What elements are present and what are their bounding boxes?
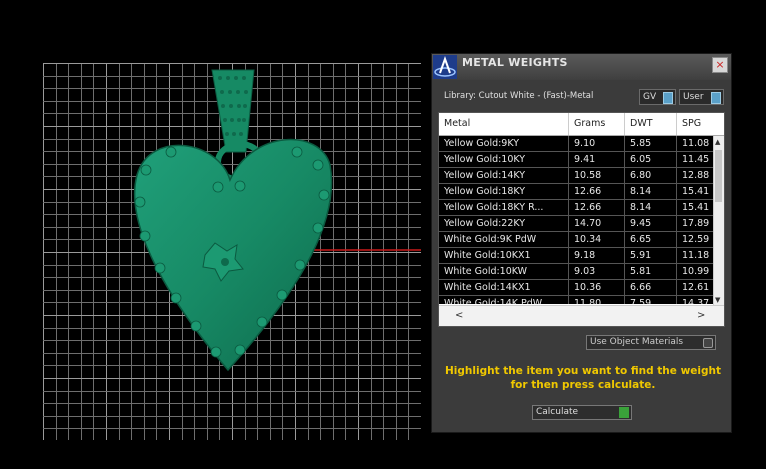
spg-cell: 14.37	[677, 296, 715, 304]
dwt-cell: 5.85	[625, 136, 677, 152]
metal-cell: Yellow Gold:14KY	[439, 168, 569, 184]
spg-cell: 10.99	[677, 264, 715, 280]
toggle-indicator-icon	[703, 338, 713, 348]
grams-cell: 9.10	[569, 136, 625, 152]
metal-cell: White Gold:14KX1	[439, 280, 569, 296]
metal-weights-table: Metal Grams DWT SPG Yellow Gold:9KY 9.10 5…	[438, 112, 725, 327]
gv-indicator-icon	[663, 92, 673, 104]
table-row[interactable]: Yellow Gold:18KY R... 12.66 8.14 15.41	[439, 200, 715, 216]
dwt-cell: 6.80	[625, 168, 677, 184]
use-object-materials-toggle[interactable]: Use Object Materials	[586, 335, 716, 350]
gv-toggle[interactable]: GV	[639, 89, 676, 105]
grams-cell: 14.70	[569, 216, 625, 232]
user-label: User	[683, 92, 704, 102]
calculate-label: Calculate	[536, 407, 579, 417]
dwt-cell: 6.66	[625, 280, 677, 296]
use-object-materials-label: Use Object Materials	[590, 337, 684, 347]
grams-cell: 12.66	[569, 200, 625, 216]
spg-cell: 17.89	[677, 216, 715, 232]
app-logo-icon	[433, 55, 457, 79]
metal-cell: Yellow Gold:9KY	[439, 136, 569, 152]
table-row[interactable]: White Gold:14KX1 10.36 6.66 12.61	[439, 280, 715, 296]
column-header-metal[interactable]: Metal	[439, 113, 569, 135]
metal-cell: Yellow Gold:18KY	[439, 184, 569, 200]
dwt-cell: 5.91	[625, 248, 677, 264]
metal-cell: Yellow Gold:22KY	[439, 216, 569, 232]
play-arrow-icon	[619, 407, 629, 418]
spg-cell: 11.45	[677, 152, 715, 168]
dwt-cell: 6.65	[625, 232, 677, 248]
table-row[interactable]: White Gold:10KX1 9.18 5.91 11.18	[439, 248, 715, 264]
metal-cell: White Gold:9K PdW	[439, 232, 569, 248]
dwt-cell: 8.14	[625, 200, 677, 216]
instruction-text: Highlight the item you want to find the …	[442, 364, 724, 392]
calculate-button[interactable]: Calculate	[532, 405, 632, 420]
spg-cell: 12.61	[677, 280, 715, 296]
grams-cell: 9.03	[569, 264, 625, 280]
user-toggle[interactable]: User	[679, 89, 724, 105]
close-button[interactable]: ×	[712, 57, 728, 73]
user-indicator-icon	[711, 92, 721, 104]
table-row[interactable]: Yellow Gold:9KY 9.10 5.85 11.08	[439, 136, 715, 152]
table-row[interactable]: Yellow Gold:18KY 12.66 8.14 15.41	[439, 184, 715, 200]
dwt-cell: 9.45	[625, 216, 677, 232]
vertical-scroll-thumb[interactable]	[715, 150, 722, 202]
column-header-spg[interactable]: SPG	[677, 113, 724, 135]
panel-title: METAL WEIGHTS	[462, 56, 568, 69]
dwt-cell: 7.59	[625, 296, 677, 304]
table-row[interactable]: White Gold:14K PdW 11.80 7.59 14.37	[439, 296, 715, 304]
table-row[interactable]: Yellow Gold:10KY 9.41 6.05 11.45	[439, 152, 715, 168]
dwt-cell: 6.05	[625, 152, 677, 168]
spg-cell: 11.18	[677, 248, 715, 264]
spg-cell: 12.88	[677, 168, 715, 184]
grams-cell: 9.18	[569, 248, 625, 264]
instruction-line-1: Highlight the item you want to find the …	[445, 365, 721, 377]
spg-cell: 15.41	[677, 184, 715, 200]
grams-cell: 10.34	[569, 232, 625, 248]
spg-cell: 12.59	[677, 232, 715, 248]
table-header: Metal Grams DWT SPG	[439, 113, 724, 136]
metal-cell: White Gold:10KW	[439, 264, 569, 280]
panel-titlebar[interactable]: METAL WEIGHTS ×	[432, 54, 731, 80]
vertical-scrollbar[interactable]: ▲ ▼	[713, 136, 724, 306]
scroll-right-icon[interactable]: >	[697, 310, 705, 322]
library-label: Library: Cutout White - (Fast)-Metal	[444, 91, 594, 101]
instruction-line-2: for then press calculate.	[510, 379, 656, 391]
scroll-left-icon[interactable]: <	[455, 310, 463, 322]
spg-cell: 11.08	[677, 136, 715, 152]
table-row[interactable]: Yellow Gold:14KY 10.58 6.80 12.88	[439, 168, 715, 184]
metal-cell: Yellow Gold:10KY	[439, 152, 569, 168]
grams-cell: 12.66	[569, 184, 625, 200]
metal-weights-panel: METAL WEIGHTS × Library: Cutout White - …	[431, 53, 732, 433]
table-row[interactable]: White Gold:10KW 9.03 5.81 10.99	[439, 264, 715, 280]
metal-cell: White Gold:10KX1	[439, 248, 569, 264]
table-row[interactable]: White Gold:9K PdW 10.34 6.65 12.59	[439, 232, 715, 248]
table-body: Yellow Gold:9KY 9.10 5.85 11.08 Yellow Gold…	[439, 136, 715, 304]
dwt-cell: 8.14	[625, 184, 677, 200]
table-row[interactable]: Yellow Gold:22KY 14.70 9.45 17.89	[439, 216, 715, 232]
horizontal-scrollbar[interactable]: < >	[439, 305, 724, 326]
metal-cell: Yellow Gold:18KY R...	[439, 200, 569, 216]
grams-cell: 11.80	[569, 296, 625, 304]
scroll-up-icon[interactable]: ▲	[715, 136, 720, 148]
gv-label: GV	[643, 92, 657, 102]
column-header-grams[interactable]: Grams	[569, 113, 625, 135]
column-header-dwt[interactable]: DWT	[625, 113, 677, 135]
dwt-cell: 5.81	[625, 264, 677, 280]
metal-cell: White Gold:14K PdW	[439, 296, 569, 304]
grams-cell: 10.58	[569, 168, 625, 184]
grams-cell: 10.36	[569, 280, 625, 296]
grams-cell: 9.41	[569, 152, 625, 168]
spg-cell: 15.41	[677, 200, 715, 216]
